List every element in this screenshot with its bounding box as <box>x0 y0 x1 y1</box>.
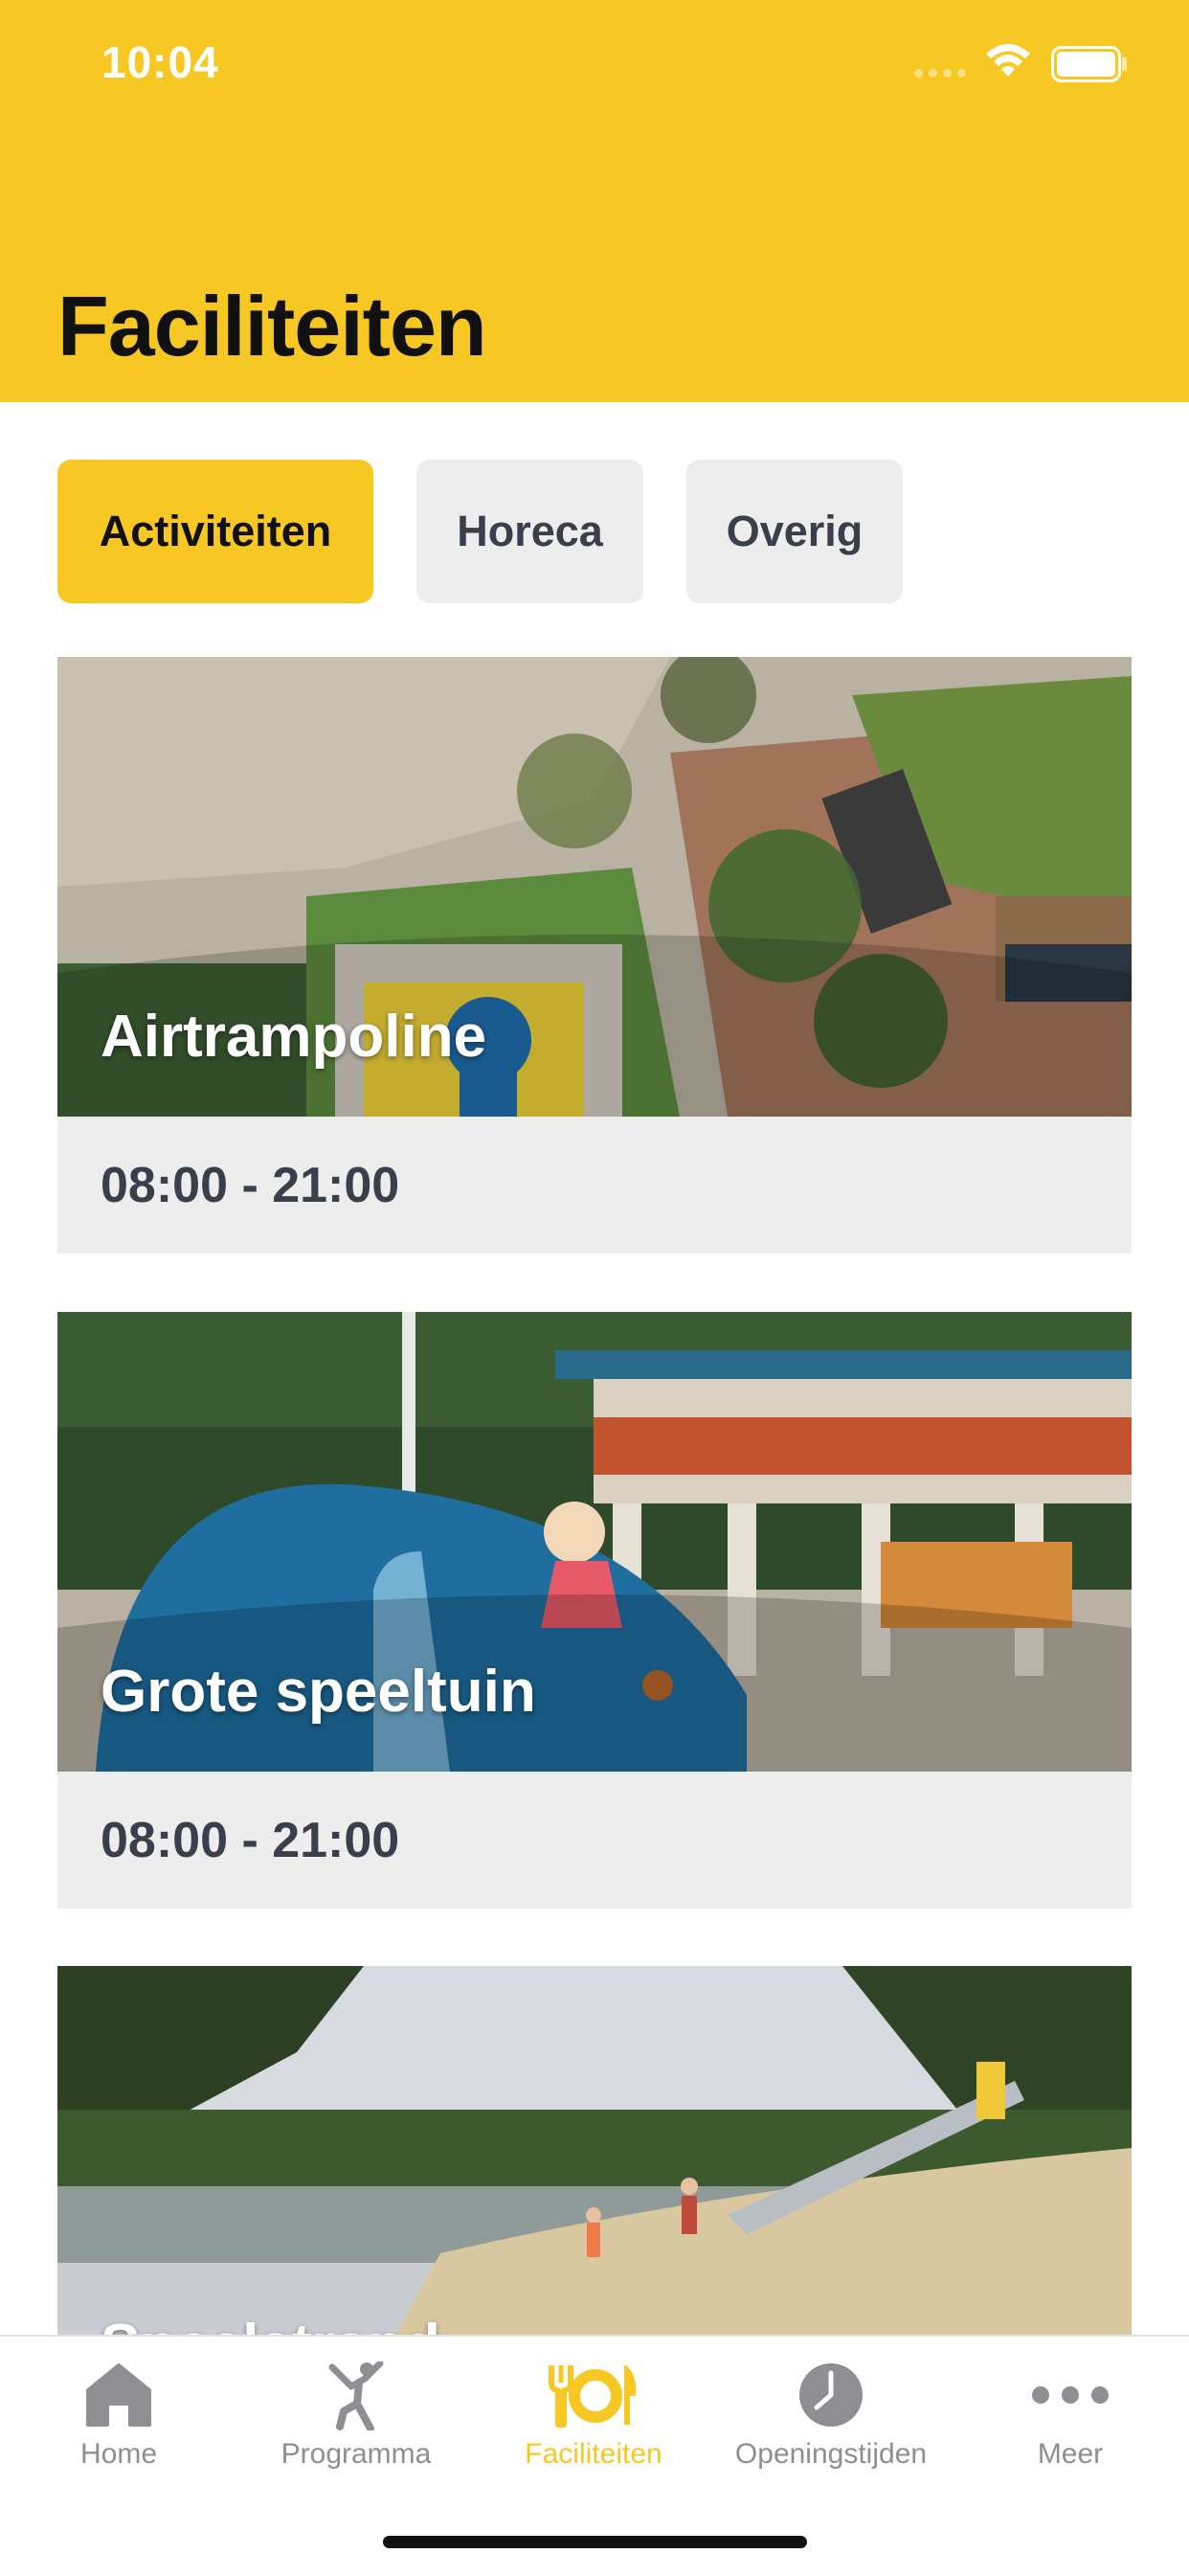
tab-activiteiten[interactable]: Activiteiten <box>57 460 373 603</box>
tab-bar-label: Meer <box>1037 2438 1104 2470</box>
wifi-icon <box>986 44 1030 77</box>
status-time: 10:04 <box>101 37 219 87</box>
home-indicator[interactable] <box>383 2536 807 2548</box>
tab-overig[interactable]: Overig <box>686 460 903 603</box>
card-hours: 08:00 - 21:00 <box>57 1772 1132 1909</box>
tab-bar-home[interactable]: Home <box>0 2337 237 2528</box>
tab-bar-programma[interactable]: Programma <box>237 2337 475 2528</box>
header: 10:04 Faciliteiten <box>0 0 1189 402</box>
card-title: Airtrampoline <box>101 1004 487 1070</box>
tab-bar-label: Openingstijden <box>734 2438 928 2470</box>
page-title: Faciliteiten <box>57 279 487 373</box>
tab-horeca[interactable]: Horeca <box>416 460 643 603</box>
tab-bar-openingstijden[interactable]: Openingstijden <box>712 2337 950 2528</box>
facility-card-grote-speeltuin[interactable]: Grote speeltuin 08:00 - 21:00 <box>57 1312 1132 1909</box>
tab-bar-meer[interactable]: Meer <box>952 2337 1189 2528</box>
clock-icon <box>799 2363 863 2427</box>
cellular-signal-icon <box>914 69 966 78</box>
card-title: Grote speeltuin <box>101 1659 536 1725</box>
tab-bar-label: Programma <box>280 2438 432 2470</box>
battery-icon <box>1051 46 1127 82</box>
tab-bar-label: Faciliteiten <box>525 2438 662 2470</box>
more-dots-icon <box>1032 2386 1109 2404</box>
tab-bar-label: Home <box>79 2438 158 2470</box>
facility-card-airtrampoline[interactable]: Airtrampoline 08:00 - 21:00 <box>57 657 1132 1254</box>
card-photo: Grote speeltuin <box>57 1312 1132 1772</box>
fork-plate-knife-icon <box>549 2365 637 2428</box>
card-photo: Airtrampoline <box>57 657 1132 1117</box>
card-hours: 08:00 - 21:00 <box>57 1117 1132 1254</box>
person-jumping-icon <box>328 2361 384 2430</box>
tab-bar-faciliteiten[interactable]: Faciliteiten <box>475 2337 712 2528</box>
home-icon <box>86 2363 151 2427</box>
